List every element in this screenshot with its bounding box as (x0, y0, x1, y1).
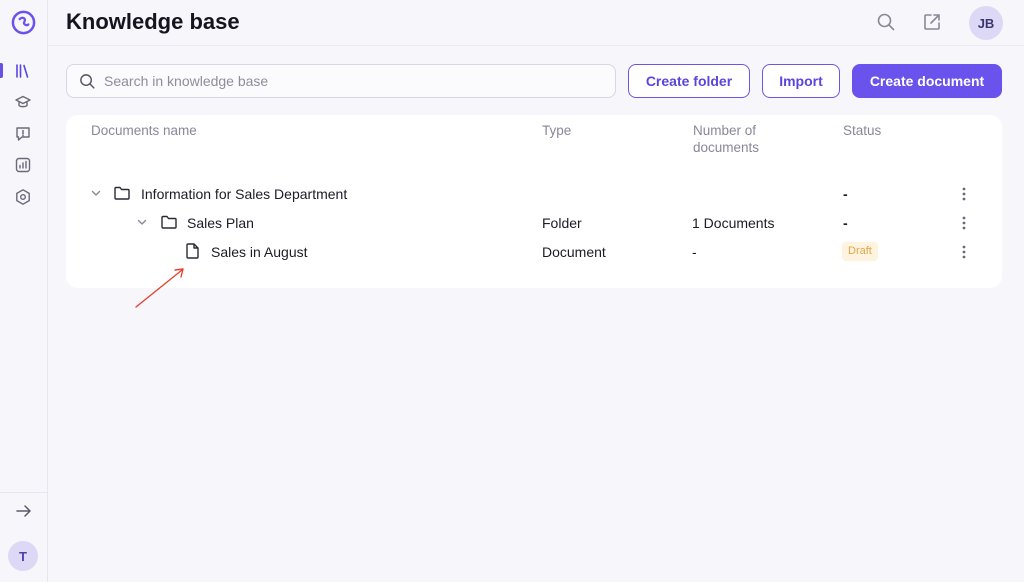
folder-icon (161, 215, 177, 229)
column-header-type: Type (542, 123, 572, 138)
row-name[interactable]: Sales Plan (187, 214, 254, 232)
analytics-icon[interactable] (14, 156, 32, 174)
settings-icon[interactable] (14, 188, 32, 206)
create-document-button[interactable]: Create document (852, 64, 1002, 98)
status-badge: Draft (842, 242, 878, 261)
import-button[interactable]: Import (762, 64, 840, 98)
workspace-avatar[interactable]: T (8, 541, 38, 571)
search-icon (80, 73, 95, 89)
row-name[interactable]: Information for Sales Department (141, 185, 347, 203)
column-header-count: Number of documents (693, 123, 760, 155)
row-type: Folder (542, 215, 582, 231)
column-header-name: Documents name (91, 123, 197, 138)
page-title: Knowledge base (66, 9, 240, 34)
create-folder-button[interactable]: Create folder (628, 64, 750, 98)
table-row[interactable]: Sales in August Document - Draft (66, 239, 1002, 265)
library-icon[interactable] (14, 62, 32, 80)
row-name[interactable]: Sales in August (211, 243, 308, 261)
row-count: - (692, 244, 697, 260)
document-icon (186, 243, 199, 259)
column-header-status: Status (843, 123, 882, 138)
user-avatar[interactable]: JB (969, 6, 1003, 40)
row-type: Document (542, 244, 606, 260)
chat-alert-icon[interactable] (14, 125, 32, 143)
table-row[interactable]: Information for Sales Department - (66, 181, 1002, 207)
search-icon[interactable] (876, 12, 896, 32)
documents-table: Documents name Type Number of documents … (66, 115, 1002, 288)
app-logo-icon[interactable] (11, 10, 36, 35)
active-indicator (0, 63, 3, 78)
top-header: Knowledge base JB (48, 0, 1024, 46)
chevron-down-icon[interactable] (90, 187, 102, 199)
search-bar (66, 64, 616, 98)
row-status: - (843, 186, 848, 202)
more-options-icon[interactable] (959, 243, 969, 261)
sidebar: T (0, 0, 48, 582)
external-link-icon[interactable] (922, 12, 942, 32)
expand-sidebar-icon[interactable] (14, 502, 34, 520)
row-status: - (843, 215, 848, 231)
graduation-cap-icon[interactable] (14, 93, 32, 111)
row-count: 1 Documents (692, 215, 775, 231)
table-row[interactable]: Sales Plan Folder 1 Documents - (66, 210, 1002, 236)
more-options-icon[interactable] (959, 185, 969, 203)
search-input[interactable] (104, 73, 584, 89)
more-options-icon[interactable] (959, 214, 969, 232)
folder-icon (114, 186, 130, 200)
chevron-down-icon[interactable] (136, 216, 148, 228)
sidebar-divider (0, 492, 48, 493)
